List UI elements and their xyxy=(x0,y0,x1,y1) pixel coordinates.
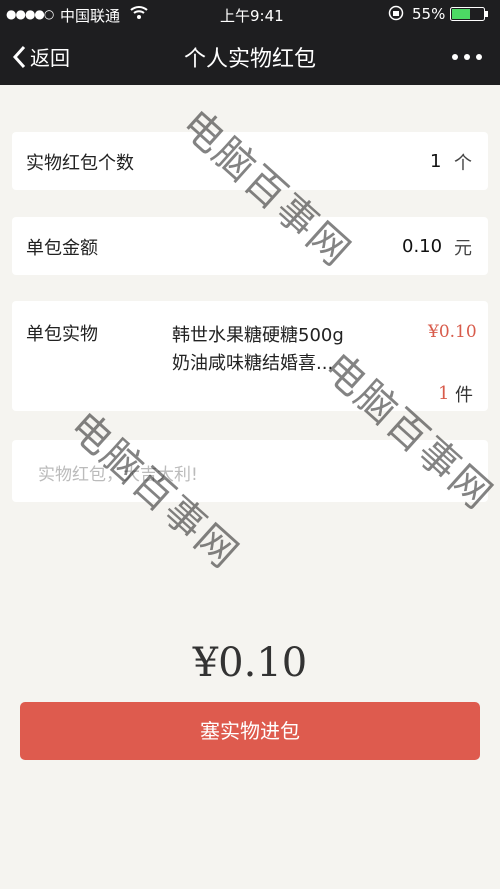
item-row[interactable]: 单包实物 韩世水果糖硬糖500g 奶油咸味糖结婚喜... ¥0.10 1 件 xyxy=(12,301,488,411)
submit-button[interactable]: 塞实物进包 xyxy=(20,702,480,760)
item-qty-unit: 件 xyxy=(455,385,473,406)
count-unit: 个 xyxy=(454,153,472,174)
wifi-icon xyxy=(130,4,148,24)
count-label: 实物红包个数 xyxy=(26,153,134,174)
clock: 上午9:41 xyxy=(220,7,284,25)
item-name-line2: 奶油咸味糖结婚喜... xyxy=(172,353,334,374)
nav-bar: 返回 个人实物红包 xyxy=(0,28,500,85)
amount-row[interactable]: 单包金额 0.10 元 xyxy=(12,217,488,275)
rotation-lock-icon xyxy=(388,5,404,25)
battery-icon xyxy=(450,7,490,25)
more-icon[interactable] xyxy=(452,54,482,60)
count-value[interactable]: 1 xyxy=(430,151,441,172)
amount-unit: 元 xyxy=(454,238,472,259)
total-amount: ¥0.10 xyxy=(192,640,308,686)
amount-value[interactable]: 0.10 xyxy=(402,236,442,257)
message-placeholder: 实物红包，大吉大利! xyxy=(38,465,198,485)
status-bar: ●●●●○ 中国联通 上午9:41 55% xyxy=(0,0,500,28)
signal-strength: ●●●●○ xyxy=(6,7,54,21)
item-price: ¥0.10 xyxy=(428,322,477,342)
carrier-name: 中国联通 xyxy=(60,7,121,25)
page-title: 个人实物红包 xyxy=(183,47,316,72)
battery-percent: 55% xyxy=(412,5,446,23)
amount-label: 单包金额 xyxy=(26,238,98,259)
item-label: 单包实物 xyxy=(26,324,98,345)
item-name-line1: 韩世水果糖硬糖500g xyxy=(172,325,344,346)
count-row[interactable]: 实物红包个数 1 个 xyxy=(12,132,488,190)
message-input[interactable]: 实物红包，大吉大利! xyxy=(12,440,488,502)
item-qty[interactable]: 1 xyxy=(438,383,449,404)
